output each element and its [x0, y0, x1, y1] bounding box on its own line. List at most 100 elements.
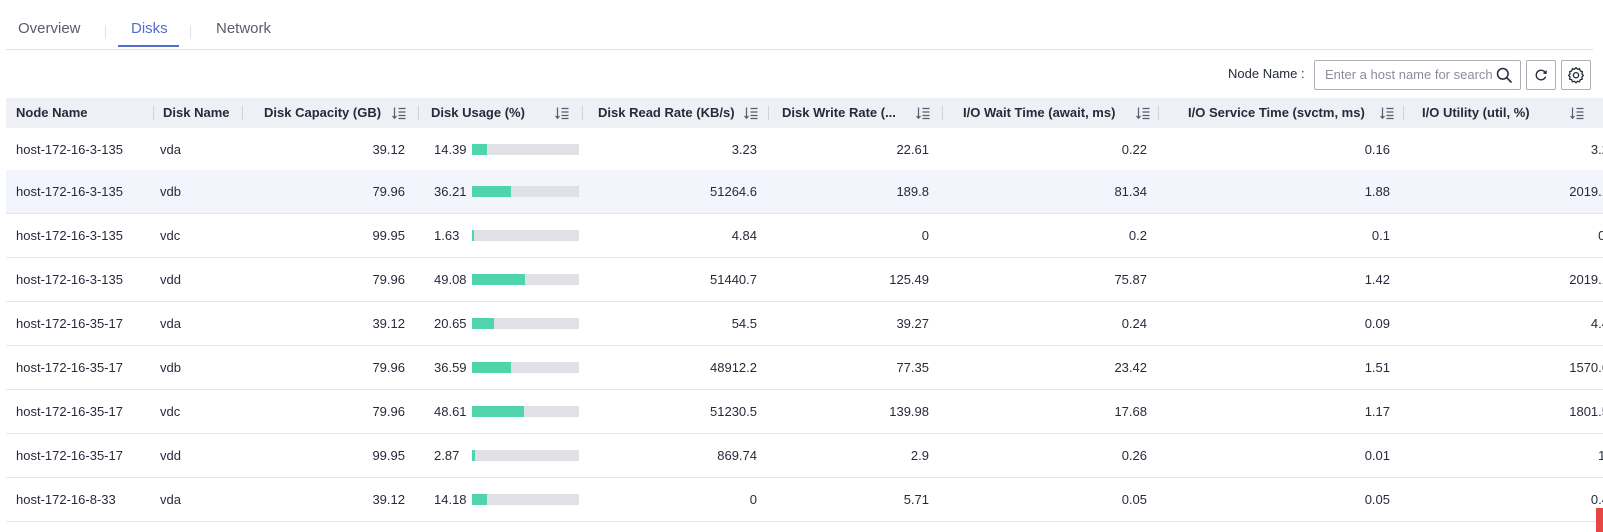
- disk-capacity-cell: 99.95: [372, 448, 405, 463]
- settings-icon: [1567, 66, 1585, 84]
- disk-usage-value: 48.61: [434, 404, 467, 419]
- disk-capacity-cell: 79.96: [372, 404, 405, 419]
- column-header-disk-usage[interactable]: Disk Usage (%): [418, 98, 582, 128]
- io-utility-cell: 0.4: [1590, 492, 1603, 507]
- table-row[interactable]: host-172-16-35-17 vda 39.12 54.5 39.27 0.24 0.…: [6, 302, 1603, 346]
- io-utility-cell: 4.4: [1590, 316, 1603, 331]
- column-header-io-wait-time[interactable]: I/O Wait Time (await, ms): [942, 98, 1158, 128]
- refresh-button[interactable]: [1526, 60, 1556, 90]
- column-header-node-name[interactable]: Node Name: [6, 98, 153, 128]
- sort-icon[interactable]: [744, 106, 758, 120]
- disk-usage-bar-fill: [472, 318, 495, 329]
- io-wait-time-cell: 0.26: [1121, 448, 1147, 463]
- table-row[interactable]: host-172-16-3-135 vdb 79.96 51264.6 189.8 81.…: [6, 170, 1603, 214]
- disk-usage-value: 2.87: [434, 448, 460, 463]
- node-name-label: Node Name :: [1228, 66, 1305, 81]
- io-service-time-cell: 1.51: [1364, 360, 1390, 375]
- disk-name-cell: vda: [160, 316, 181, 331]
- io-wait-time-cell: 0.24: [1121, 316, 1147, 331]
- table-row[interactable]: host-172-16-3-135 vdc 99.95 4.84 0 0.2 0.1 0. 1.…: [6, 214, 1603, 258]
- sort-icon[interactable]: [1570, 106, 1584, 120]
- tab-divider: [105, 25, 106, 39]
- node-name-cell: host-172-16-35-17: [16, 360, 123, 375]
- disk-usage-bar: [472, 318, 579, 329]
- disk-usage-bar: [472, 186, 579, 197]
- disk-capacity-cell: 79.96: [372, 272, 405, 287]
- table-row[interactable]: host-172-16-35-17 vdd 99.95 869.74 2.9 0.26 0.…: [6, 434, 1603, 478]
- io-wait-time-cell: 0.2: [1128, 228, 1147, 243]
- table-row[interactable]: host-172-16-35-17 vdb 79.96 48912.2 77.35 23.…: [6, 346, 1603, 390]
- disk-read-rate-cell: 869.74: [717, 448, 757, 463]
- sort-icon[interactable]: [555, 106, 569, 120]
- sort-icon[interactable]: [392, 106, 406, 120]
- column-settings-button[interactable]: [1561, 60, 1591, 90]
- node-name-cell: host-172-16-35-17: [16, 316, 123, 331]
- sort-icon[interactable]: [1136, 106, 1150, 120]
- disk-name-cell: vdd: [160, 448, 181, 463]
- table-row[interactable]: host-172-16-35-17 vdc 79.96 51230.5 139.98 17…: [6, 390, 1603, 434]
- column-header-disk-read-rate[interactable]: Disk Read Rate (KB/s): [582, 98, 768, 128]
- io-service-time-cell: 0.01: [1364, 448, 1390, 463]
- io-utility-cell: 2019.1: [1569, 272, 1603, 287]
- disk-read-rate-cell: 4.84: [731, 228, 757, 243]
- io-wait-time-cell: 81.34: [1114, 184, 1147, 199]
- io-utility-cell: 0.: [1598, 228, 1603, 243]
- io-wait-time-cell: 75.87: [1114, 272, 1147, 287]
- tab-overview[interactable]: Overview: [18, 20, 81, 37]
- tab-network[interactable]: Network: [216, 20, 271, 37]
- table-row[interactable]: host-172-16-8-33 vda 39.12 0 5.71 0.05 0.05 0.4…: [6, 478, 1603, 522]
- disk-usage-bar: [472, 406, 579, 417]
- tab-disks[interactable]: Disks: [131, 20, 168, 37]
- disk-read-rate-cell: 48912.2: [710, 360, 757, 375]
- column-header-disk-write-rate[interactable]: Disk Write Rate (...: [768, 98, 942, 128]
- disk-write-rate-cell: 39.27: [896, 316, 929, 331]
- disk-name-cell: vdb: [160, 360, 181, 375]
- disk-usage-bar-fill: [472, 406, 524, 417]
- io-service-time-cell: 1.42: [1364, 272, 1390, 287]
- disk-write-rate-cell: 125.49: [889, 272, 929, 287]
- host-search-field[interactable]: [1314, 60, 1521, 90]
- column-header-io-utility[interactable]: I/O Utility (util, %): [1403, 98, 1603, 128]
- disk-usage-bar-fill: [472, 494, 488, 505]
- node-name-cell: host-172-16-8-33: [16, 492, 116, 507]
- io-wait-time-cell: 0.22: [1121, 142, 1147, 157]
- disk-capacity-cell: 39.12: [372, 142, 405, 157]
- disk-write-rate-cell: 0: [921, 228, 929, 243]
- disk-read-rate-cell: 54.5: [731, 316, 757, 331]
- table-row[interactable]: host-172-16-3-135 vdd 79.96 51440.7 125.49 75…: [6, 258, 1603, 302]
- disk-read-rate-cell: 0: [749, 492, 757, 507]
- disk-usage-bar-fill: [472, 362, 512, 373]
- node-name-cell: host-172-16-35-17: [16, 448, 123, 463]
- io-service-time-cell: 1.88: [1364, 184, 1390, 199]
- disk-usage-value: 1.63: [434, 228, 460, 243]
- node-name-cell: host-172-16-3-135: [16, 228, 123, 243]
- io-utility-cell: 3.2: [1590, 142, 1603, 157]
- column-header-disk-name[interactable]: Disk Name: [153, 98, 242, 128]
- disk-usage-bar-fill: [472, 230, 474, 241]
- disk-usage-bar: [472, 362, 579, 373]
- disk-capacity-cell: 39.12: [372, 316, 405, 331]
- disk-usage-value: 14.18: [434, 492, 467, 507]
- disk-usage-bar-fill: [472, 274, 525, 285]
- disk-name-cell: vdc: [160, 228, 181, 243]
- scroll-edge-marker: [1596, 508, 1603, 532]
- column-header-disk-capacity[interactable]: Disk Capacity (GB): [242, 98, 418, 128]
- disk-write-rate-cell: 5.71: [903, 492, 929, 507]
- io-service-time-cell: 1.17: [1364, 404, 1390, 419]
- sort-icon[interactable]: [916, 106, 930, 120]
- search-icon[interactable]: [1496, 67, 1512, 83]
- disk-read-rate-cell: 51440.7: [710, 272, 757, 287]
- disk-name-cell: vdd: [160, 272, 181, 287]
- disk-capacity-cell: 79.96: [372, 184, 405, 199]
- node-name-cell: host-172-16-35-17: [16, 404, 123, 419]
- column-header-io-service-time[interactable]: I/O Service Time (svctm, ms): [1158, 98, 1403, 128]
- disk-write-rate-cell: 189.8: [896, 184, 929, 199]
- disk-name-cell: vdb: [160, 184, 181, 199]
- host-search-input[interactable]: [1325, 67, 1495, 82]
- disk-usage-bar-fill: [472, 144, 488, 155]
- table-header: Node Name Disk Name Disk Capacity (GB) D…: [6, 98, 1603, 128]
- io-utility-cell: 1570.6: [1569, 360, 1603, 375]
- table-row[interactable]: host-172-16-3-135 vda 39.12 3.23 22.61 0.22 0.…: [6, 128, 1603, 172]
- sort-icon[interactable]: [1380, 106, 1394, 120]
- disk-usage-bar-fill: [472, 186, 511, 197]
